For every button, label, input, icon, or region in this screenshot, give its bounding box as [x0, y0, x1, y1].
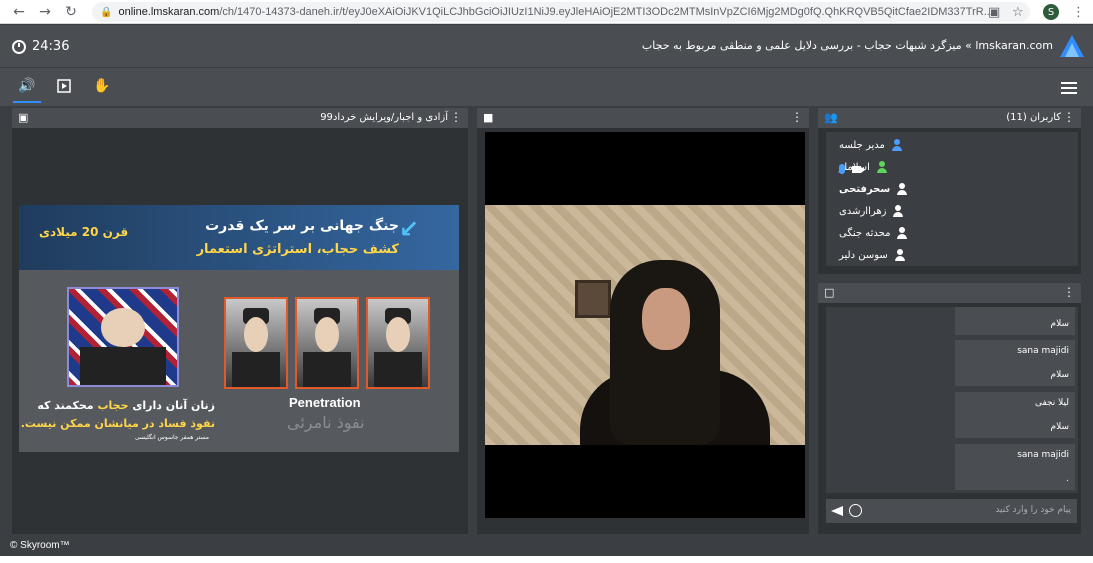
translate-icon[interactable]: ▣ [988, 3, 1000, 21]
chat-panel-header: □ ⋮ [818, 283, 1081, 303]
send-icon[interactable] [831, 506, 843, 516]
bookmark-star-icon[interactable]: ☆ [1012, 3, 1024, 21]
slide-heading-1: جنگ جهانی بر سر یک قدرت [205, 218, 399, 234]
user-item[interactable]: مدیر جلسه [839, 134, 1079, 156]
quote-part-1: زنان آنان دارای [128, 399, 215, 412]
user-name: مدیر جلسه [839, 139, 885, 151]
slide-heading-2: کشف حجاب، استراتژی استعمار [196, 242, 399, 257]
user-name: سوسن دلیر [839, 249, 888, 261]
forward-icon[interactable]: → [34, 1, 56, 23]
slide-quote-line-1: زنان آنان دارای حجاب محکمند که [37, 399, 215, 412]
play-icon[interactable] [54, 76, 74, 96]
presentation-icon: ▣ [18, 111, 29, 124]
chat-input-placeholder: پیام خود را وارد کنید [995, 505, 1071, 515]
browser-bottom-strip [0, 556, 1093, 563]
user-name: محدثه جنگی [839, 227, 891, 239]
chat-sender: لیلا نجفی [1034, 398, 1069, 408]
chat-input[interactable]: پیام خود را وارد کنید [826, 499, 1077, 523]
presentation-title: آزادی و اجبار/ویرایش خرداد99 [320, 112, 448, 123]
quote-highlight: حجاب [97, 399, 129, 412]
clock-icon [12, 39, 26, 54]
menu-icon[interactable] [1061, 82, 1077, 94]
users-panel-header: 👥 کاربران (11) ⋮ [818, 108, 1081, 128]
video-panel-header: ■ ⋮ [477, 108, 809, 128]
user-icon [894, 249, 906, 261]
camera-icon[interactable] [852, 166, 865, 173]
penetration-label: Penetration [289, 395, 361, 410]
chat-text: سلام [1050, 422, 1069, 432]
portrait-churchill [67, 287, 179, 387]
user-icon [892, 205, 904, 217]
users-kebab-icon[interactable]: ⋮ [1063, 110, 1075, 124]
chat-icon: □ [824, 286, 835, 299]
user-item[interactable]: زهراارشدی [839, 200, 1079, 222]
browser-menu-icon[interactable]: ⋮ [1072, 3, 1085, 21]
users-icon: 👥 [824, 111, 838, 124]
chat-message: sana majidi سلام [955, 340, 1075, 386]
user-icon [896, 227, 908, 239]
video-frame [485, 205, 805, 445]
user-name: سحرفتحی [839, 183, 891, 195]
speaker-icon[interactable]: 🔊 [13, 76, 41, 103]
chat-text: سلام [1050, 370, 1069, 380]
lock-icon: 🔒 [100, 6, 113, 18]
chat-message: sana majidi. [955, 444, 1075, 490]
speaker-figure [580, 260, 770, 445]
url-path: /ch/1470-14373-daneh.ir/t/eyJ0eXAiOiJKV1… [219, 6, 993, 18]
reload-icon[interactable]: ↻ [60, 1, 82, 23]
slide-century: قرن 20 میلادی [39, 225, 129, 239]
timer-value: 24:36 [32, 39, 70, 54]
emoji-icon[interactable] [849, 504, 862, 517]
hand-icon[interactable]: ✋ [92, 76, 112, 96]
users-panel-title: کاربران (11) [1006, 112, 1061, 123]
room-title: lmskaran.com » میزگرد شبهات حجاب - بررسی… [641, 39, 1053, 52]
user-name: زهراارشدی [839, 205, 887, 217]
presentation-panel-header: ▣ آزادی و اجبار/ویرایش خرداد99 ⋮ [12, 108, 468, 128]
profile-avatar[interactable]: S [1043, 4, 1059, 20]
user-icon [876, 161, 888, 173]
video-kebab-icon[interactable]: ⋮ [791, 110, 803, 124]
user-item[interactable]: محدثه جنگی [839, 222, 1079, 244]
penetration-label-fa: نفوذ نامرئی [287, 413, 365, 432]
chat-message: لیلا نجفی سلام [955, 392, 1075, 438]
lmskaran-logo [1060, 35, 1084, 57]
footer: © Skyroom™ [0, 536, 1093, 556]
slide-quote-source: مستر همفر جاسوس انگلیسی [134, 434, 209, 441]
chat-text: . [1066, 474, 1069, 484]
portrait-1 [224, 297, 288, 389]
chat-sender: sana majidi [1017, 346, 1069, 356]
portrait-2 [295, 297, 359, 389]
footer-copyright: © Skyroom™ [10, 540, 70, 551]
webcam-video[interactable] [485, 132, 805, 518]
chat-message: سلام [955, 307, 1075, 335]
video-icon: ■ [483, 111, 494, 124]
browser-toolbar: ← → ↻ 🔒 online.lmskaran.com/ch/1470-1437… [0, 0, 1093, 24]
portrait-3 [366, 297, 430, 389]
arrow-icon: ↙ [399, 215, 420, 243]
presentation-slide: قرن 20 میلادی ↙ جنگ جهانی بر سر یک قدرت … [19, 205, 459, 452]
user-icon [891, 139, 903, 151]
session-timer: 24:36 [12, 39, 69, 54]
back-icon[interactable]: ← [8, 1, 30, 23]
chat-text: سلام [1050, 319, 1069, 329]
mic-icon[interactable] [839, 164, 845, 174]
slide-quote-line-2: نفوذ فساد در میانشان ممکن نیست. [20, 417, 215, 430]
user-icon [896, 183, 908, 195]
presentation-kebab-icon[interactable]: ⋮ [450, 110, 462, 124]
chat-kebab-icon[interactable]: ⋮ [1063, 285, 1075, 299]
chat-sender: sana majidi [1017, 450, 1069, 460]
url-host: online.lmskaran.com [118, 6, 220, 18]
room-toolbar: 🔊 ✋ [0, 68, 1093, 106]
quote-part-2: محکمند که [37, 399, 98, 412]
user-item[interactable]: سوسن دلیر [839, 244, 1079, 266]
user-item[interactable]: سحرفتحی [839, 178, 1079, 200]
user-item[interactable]: اسلاملو [839, 156, 1079, 178]
room-topbar: 24:36 lmskaran.com » میزگرد شبهات حجاب -… [0, 25, 1093, 68]
address-bar[interactable]: 🔒 online.lmskaran.com/ch/1470-14373-dane… [92, 2, 1030, 22]
